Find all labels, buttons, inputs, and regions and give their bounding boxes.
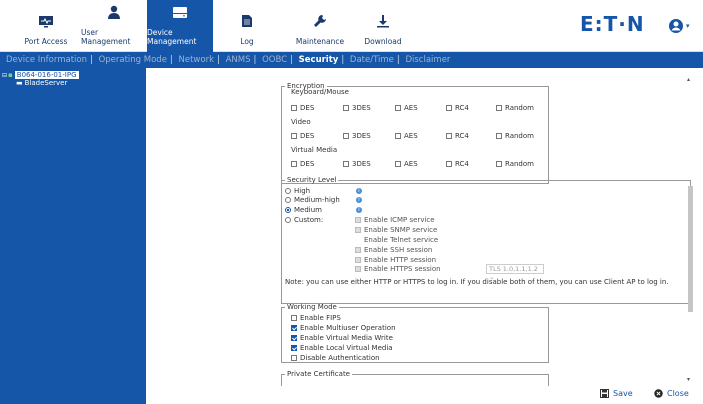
level-custom-radio[interactable]: Custom:: [285, 216, 323, 224]
working-mode-legend: Working Mode: [287, 303, 337, 311]
https-checkbox[interactable]: Enable HTTPS session: [355, 265, 441, 273]
device-icon: [172, 5, 188, 19]
tab-date-time[interactable]: Date/Time: [350, 55, 394, 65]
server-icon: ▬: [16, 79, 23, 87]
info-icon[interactable]: i: [356, 188, 362, 194]
level-high-radio[interactable]: High i: [285, 187, 362, 195]
multiuser-checkbox[interactable]: Enable Multiuser Operation: [291, 324, 396, 332]
level-medium-radio[interactable]: Medium i: [285, 206, 362, 214]
tab-oobc[interactable]: OOBC: [262, 55, 287, 65]
keyboard-mouse-options: DES 3DES AES RC4 Random: [291, 104, 534, 112]
video-3des-checkbox[interactable]: 3DES: [343, 132, 395, 140]
km-des-checkbox[interactable]: DES: [291, 104, 343, 112]
local-vm-checkbox[interactable]: Enable Local Virtual Media: [291, 344, 393, 352]
device-tree: ⊟ ▪ B064-016-01-IPG ▬ BladeServer: [0, 68, 146, 404]
icmp-checkbox[interactable]: Enable ICMP service: [355, 216, 435, 224]
download-icon: [375, 14, 391, 28]
tab-anms[interactable]: ANMS: [226, 55, 251, 65]
tab-operating-mode[interactable]: Operating Mode: [99, 55, 167, 65]
nav-label: Maintenance: [295, 37, 345, 46]
km-aes-checkbox[interactable]: AES: [395, 104, 446, 112]
vm-3des-checkbox[interactable]: 3DES: [343, 160, 395, 168]
save-button[interactable]: Save: [600, 389, 633, 398]
monitor-icon: [38, 14, 54, 28]
nav-device-management[interactable]: Device Management: [147, 0, 213, 52]
top-navigation: Port Access User Management Device Manag…: [0, 0, 703, 52]
nav-log[interactable]: Log: [224, 0, 270, 52]
content-scrollbar[interactable]: ▴ ▾: [686, 68, 695, 386]
wrench-icon: [312, 14, 328, 28]
document-icon: [239, 14, 255, 28]
keyboard-mouse-title: Keyboard/Mouse: [291, 88, 349, 96]
nav-label: Log: [240, 37, 254, 46]
tree-root-node[interactable]: ⊟ ▪ B064-016-01-IPG: [2, 71, 144, 79]
nav-label: Device Management: [147, 28, 197, 46]
tls-version-select[interactable]: TLS 1.0,1.1,1.2 ⌄: [486, 264, 544, 281]
tab-disclaimer[interactable]: Disclaimer: [405, 55, 450, 65]
video-des-checkbox[interactable]: DES: [291, 132, 343, 140]
vm-aes-checkbox[interactable]: AES: [395, 160, 446, 168]
chevron-down-icon: ▾: [686, 22, 690, 30]
security-settings-panel: Encryption Keyboard/Mouse DES 3DES AES R…: [146, 68, 703, 404]
scrollbar-thumb[interactable]: [688, 186, 693, 312]
disable-auth-checkbox[interactable]: Disable Authentication: [291, 354, 380, 362]
level-medium-high-radio[interactable]: Medium-high i: [285, 196, 362, 204]
network-icon: ▪: [8, 71, 13, 79]
video-aes-checkbox[interactable]: AES: [395, 132, 446, 140]
nav-label: User Management: [81, 28, 131, 46]
km-rc4-checkbox[interactable]: RC4: [446, 104, 496, 112]
virtual-media-options: DES 3DES AES RC4 Random: [291, 160, 534, 168]
fips-checkbox[interactable]: Enable FIPS: [291, 314, 341, 322]
vm-rc4-checkbox[interactable]: RC4: [446, 160, 496, 168]
vm-random-checkbox[interactable]: Random: [496, 160, 534, 168]
km-3des-checkbox[interactable]: 3DES: [343, 104, 395, 112]
nav-port-access[interactable]: Port Access: [14, 0, 78, 52]
eaton-logo: E:T·N: [580, 12, 645, 36]
tab-device-information[interactable]: Device Information: [6, 55, 87, 65]
vm-write-checkbox[interactable]: Enable Virtual Media Write: [291, 334, 393, 342]
video-title: Video: [291, 118, 311, 126]
snmp-checkbox[interactable]: Enable SNMP service: [355, 226, 437, 234]
nav-label: Port Access: [24, 37, 68, 46]
km-random-checkbox[interactable]: Random: [496, 104, 534, 112]
save-icon: [600, 389, 609, 398]
scroll-down-icon[interactable]: ▾: [687, 376, 690, 383]
telnet-checkbox[interactable]: Enable Telnet service: [355, 236, 438, 244]
tree-child-node[interactable]: ▬ BladeServer: [16, 79, 144, 87]
scroll-up-icon[interactable]: ▴: [687, 76, 690, 83]
user-menu-button[interactable]: ▾: [668, 16, 696, 36]
security-note: Note: you can use either HTTP or HTTPS t…: [285, 278, 669, 286]
account-icon: [669, 19, 683, 33]
info-icon[interactable]: i: [356, 197, 362, 203]
vm-des-checkbox[interactable]: DES: [291, 160, 343, 168]
tab-network[interactable]: Network: [179, 55, 215, 65]
nav-user-management[interactable]: User Management: [81, 0, 147, 52]
device-management-tabs: Device Information | Operating Mode | Netw…: [0, 52, 703, 68]
video-random-checkbox[interactable]: Random: [496, 132, 534, 140]
private-certificate-legend: Private Certificate: [287, 370, 350, 378]
video-rc4-checkbox[interactable]: RC4: [446, 132, 496, 140]
virtual-media-title: Virtual Media: [291, 146, 338, 154]
tree-child-label: BladeServer: [24, 79, 68, 87]
video-options: DES 3DES AES RC4 Random: [291, 132, 534, 140]
nav-download[interactable]: Download: [360, 0, 406, 52]
close-icon: [654, 389, 663, 398]
info-icon[interactable]: i: [356, 207, 362, 213]
close-button[interactable]: Close: [654, 389, 689, 398]
ssh-checkbox[interactable]: Enable SSH session: [355, 246, 432, 254]
user-icon: [106, 5, 122, 19]
tab-security[interactable]: Security: [299, 55, 339, 65]
action-bar: Save Close: [146, 386, 703, 404]
nav-maintenance[interactable]: Maintenance: [292, 0, 348, 52]
tree-root-label: B064-016-01-IPG: [14, 71, 79, 79]
http-checkbox[interactable]: Enable HTTP session: [355, 256, 436, 264]
collapse-icon[interactable]: ⊟: [2, 72, 7, 79]
nav-label: Download: [364, 37, 402, 46]
security-level-legend: Security Level: [287, 176, 337, 184]
